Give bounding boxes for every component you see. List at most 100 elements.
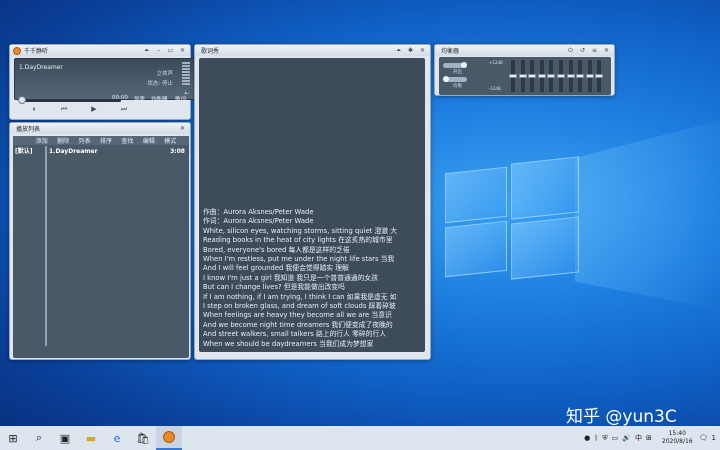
ime-indicator[interactable]: 中	[635, 433, 642, 443]
lyric-line: Bored, everyone's bored 每人都是这样的乏倦	[203, 245, 350, 254]
lyrics-titlebar[interactable]: 歌词秀 ⏶ ✱ ✕	[195, 45, 430, 56]
menu-find[interactable]: 查找	[121, 136, 133, 145]
start-icon[interactable]: ⊞	[0, 426, 26, 450]
ime-mode-icon[interactable]: ⊞	[646, 434, 652, 442]
track-title: 1.DayDreamer	[49, 148, 98, 155]
search-icon[interactable]: ⌕	[26, 426, 52, 450]
eq-scale-bottom: -12dB	[489, 86, 501, 91]
bluetooth-icon[interactable]: ᛒ	[594, 434, 598, 442]
eq-band-thumb[interactable]	[518, 74, 527, 78]
lyrics-body: 作曲：Aurora Aksnes/Peter Wade 作词：Aurora Ak…	[199, 58, 425, 352]
eq-band-thumb[interactable]	[595, 74, 604, 78]
eq-band-slider[interactable]	[576, 60, 585, 92]
close-icon[interactable]: ✕	[418, 47, 427, 55]
eq-band-thumb[interactable]	[528, 74, 537, 78]
lyric-line: And street walkers, small talkers 路上的行人 …	[203, 330, 387, 339]
ttplayer-taskbar-icon[interactable]	[156, 426, 182, 450]
play-icon[interactable]: ▶	[84, 105, 104, 113]
lyrics-title: 歌词秀	[201, 48, 220, 55]
notification-icon[interactable]: 🗨	[699, 434, 708, 442]
playlist-window: 播放列表 ✕ 添加 删除 列表 排序 查找 编辑 模式 [默认] 1.DayDr…	[9, 122, 191, 360]
minimize-icon[interactable]: –	[154, 47, 163, 55]
menu-add[interactable]: 添加	[36, 136, 48, 145]
menu-sort[interactable]: 排序	[100, 136, 112, 145]
file-explorer-icon[interactable]: ▬	[78, 426, 104, 450]
store-icon[interactable]: 🛍	[130, 426, 156, 450]
lyric-line: I step on broken glass, and dream of sof…	[203, 302, 396, 311]
edge-icon[interactable]: e	[104, 426, 130, 450]
menu-mode[interactable]: 模式	[164, 136, 176, 145]
transport-controls: ⏸ ⏮ ▶ ⏭	[14, 103, 196, 115]
eq-band-thumb[interactable]	[509, 74, 517, 78]
settings-icon[interactable]: ✱	[406, 47, 415, 55]
mini-mode-icon[interactable]: ▭	[166, 47, 175, 55]
eq-band-slider[interactable]	[547, 60, 556, 92]
ttplayer-tray-icon[interactable]: ●	[584, 434, 590, 442]
seek-bar[interactable]	[21, 99, 121, 102]
close-icon[interactable]: ✕	[178, 125, 187, 133]
eq-band-thumb[interactable]	[547, 74, 556, 78]
playlist-toggle-button[interactable]: 列表	[134, 95, 145, 103]
eq-band-slider[interactable]	[595, 60, 604, 92]
system-tray: ● ᛒ ⛨ ▭ 🔊 中 ⊞ 15:40 2020/8/16 🗨 1	[584, 426, 720, 450]
next-icon[interactable]: ⏭	[114, 105, 134, 114]
close-icon[interactable]: ✕	[178, 47, 187, 55]
network-icon[interactable]: ▭	[612, 434, 619, 442]
track-name: 1.DayDreamer	[19, 64, 63, 71]
lyric-line: But can I change lives? 但是我能做出改变吗	[203, 283, 345, 292]
clock[interactable]: 15:40 2020/8/16	[662, 430, 693, 446]
equalizer-toggle-button[interactable]: 均衡器	[151, 95, 168, 103]
equalizer-titlebar[interactable]: 均衡器 ⏻ ↺ ≡ ✕	[435, 45, 614, 56]
player-titlebar[interactable]: 千千静听 ⏶ – ▭ ✕	[10, 45, 190, 56]
eq-band-slider[interactable]	[537, 60, 546, 92]
pause-icon[interactable]: ⏸	[24, 105, 44, 114]
eq-enable-toggle[interactable]	[443, 62, 467, 68]
eq-band-slider[interactable]	[566, 60, 575, 92]
volume-meter[interactable]	[182, 62, 190, 88]
eq-balance-toggle[interactable]	[443, 76, 467, 82]
windows-wallpaper-logo	[445, 156, 580, 280]
eq-band-thumb[interactable]	[585, 74, 594, 78]
list-item[interactable]: 1.DayDreamer 3:08	[49, 148, 185, 155]
time-display: 00:00	[112, 95, 128, 101]
playlist-titlebar[interactable]: 播放列表 ✕	[10, 123, 190, 134]
lyrics-toggle-button[interactable]: 歌词	[175, 95, 186, 103]
app-logo-icon	[13, 46, 21, 55]
close-icon[interactable]: ✕	[602, 47, 611, 55]
skin-icon[interactable]: ⏶	[142, 47, 151, 55]
eq-band-thumb[interactable]	[566, 74, 575, 78]
eq-band-thumb[interactable]	[537, 74, 546, 78]
playlist-menu: 添加 删除 列表 排序 查找 编辑 模式	[13, 136, 189, 145]
lyric-line: When we should be daydreamers 当我们成为梦想家	[203, 339, 374, 348]
equalizer-body: 开启 均衡 +12dB -12dB	[439, 57, 611, 95]
player-window: 千千静听 ⏶ – ▭ ✕ 1.DayDreamer 立体声 状态: 停止 🔈 0…	[9, 44, 196, 120]
menu-icon[interactable]: ≡	[590, 47, 599, 55]
eq-band-slider[interactable]	[557, 60, 565, 92]
volume-icon[interactable]: 🔊	[622, 434, 631, 442]
shield-icon[interactable]: ⛨	[602, 434, 607, 443]
eq-band-thumb[interactable]	[576, 74, 585, 78]
task-view-icon[interactable]: ▣	[52, 426, 78, 450]
player-title: 千千静听	[24, 48, 49, 55]
eq-band-thumb[interactable]	[557, 74, 565, 78]
eq-band-slider[interactable]	[509, 60, 517, 92]
lyric-line: 作曲：Aurora Aksnes/Peter Wade	[203, 208, 314, 216]
eq-balance-label: 均衡	[453, 84, 462, 89]
eq-band-slider[interactable]	[585, 60, 594, 92]
playlist-title: 播放列表	[16, 126, 41, 133]
playlist-group[interactable]: [默认]	[15, 146, 45, 155]
menu-list[interactable]: 列表	[79, 136, 91, 145]
eq-band-slider[interactable]	[528, 60, 537, 92]
previous-icon[interactable]: ⏮	[54, 105, 74, 114]
lyrics-lines: 作曲：Aurora Aksnes/Peter Wade 作词：Aurora Ak…	[203, 208, 423, 349]
desktop-lyrics-icon[interactable]: ⏶	[394, 47, 403, 55]
power-icon[interactable]: ⏻	[566, 47, 575, 55]
menu-delete[interactable]: 删除	[57, 136, 69, 145]
clock-time: 15:40	[668, 430, 686, 437]
player-display: 1.DayDreamer 立体声 状态: 停止 🔈 00:00 列表 均衡器 歌…	[14, 58, 196, 104]
menu-edit[interactable]: 编辑	[143, 136, 155, 145]
eq-band-slider[interactable]	[518, 60, 527, 92]
lyric-line: 作词：Aurora Aksnes/Peter Wade	[203, 217, 314, 226]
reset-icon[interactable]: ↺	[578, 47, 587, 55]
playlist-divider	[45, 146, 47, 346]
